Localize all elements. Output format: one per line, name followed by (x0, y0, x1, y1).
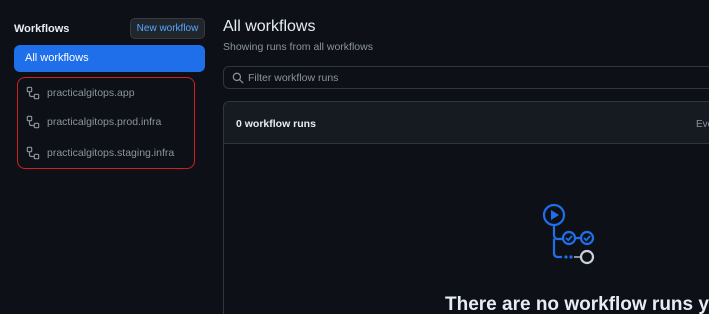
workflows-sidebar: Workflows New workflow All workflows pra… (0, 0, 220, 314)
workflow-label: practicalgitops.prod.infra (47, 116, 162, 128)
workflow-icon (26, 86, 40, 100)
new-workflow-button[interactable]: New workflow (130, 18, 205, 39)
workflow-label: practicalgitops.app (47, 87, 135, 99)
event-filter-dropdown[interactable]: Eve (696, 119, 709, 130)
workflow-list: practicalgitops.app practicalgitops.prod… (17, 77, 195, 169)
actions-page: Workflows New workflow All workflows pra… (0, 0, 709, 314)
search-icon (232, 72, 244, 84)
sidebar-title: Workflows (14, 23, 70, 35)
filter-box (223, 66, 709, 89)
filter-workflow-runs-input[interactable] (248, 69, 688, 87)
sidebar-item-all-workflows[interactable]: All workflows (14, 45, 205, 72)
page-title: All workflows (223, 18, 316, 35)
workflow-label: practicalgitops.staging.infra (47, 147, 175, 159)
workflow-runs-panel: 0 workflow runs Eve There are no workflo… (223, 101, 709, 314)
workflow-icon (26, 146, 40, 160)
page-subtitle: Showing runs from all workflows (223, 41, 373, 53)
sidebar-item-workflow[interactable]: practicalgitops.staging.infra (26, 143, 191, 163)
workflow-icon (26, 115, 40, 129)
runs-count: 0 workflow runs (236, 118, 316, 130)
sidebar-item-workflow[interactable]: practicalgitops.app (26, 83, 191, 103)
runs-header: 0 workflow runs Eve (224, 102, 709, 144)
empty-state-message: There are no workflow runs yet. (445, 294, 709, 314)
actions-empty-illustration (542, 203, 595, 265)
sidebar-item-workflow[interactable]: practicalgitops.prod.infra (26, 112, 191, 132)
